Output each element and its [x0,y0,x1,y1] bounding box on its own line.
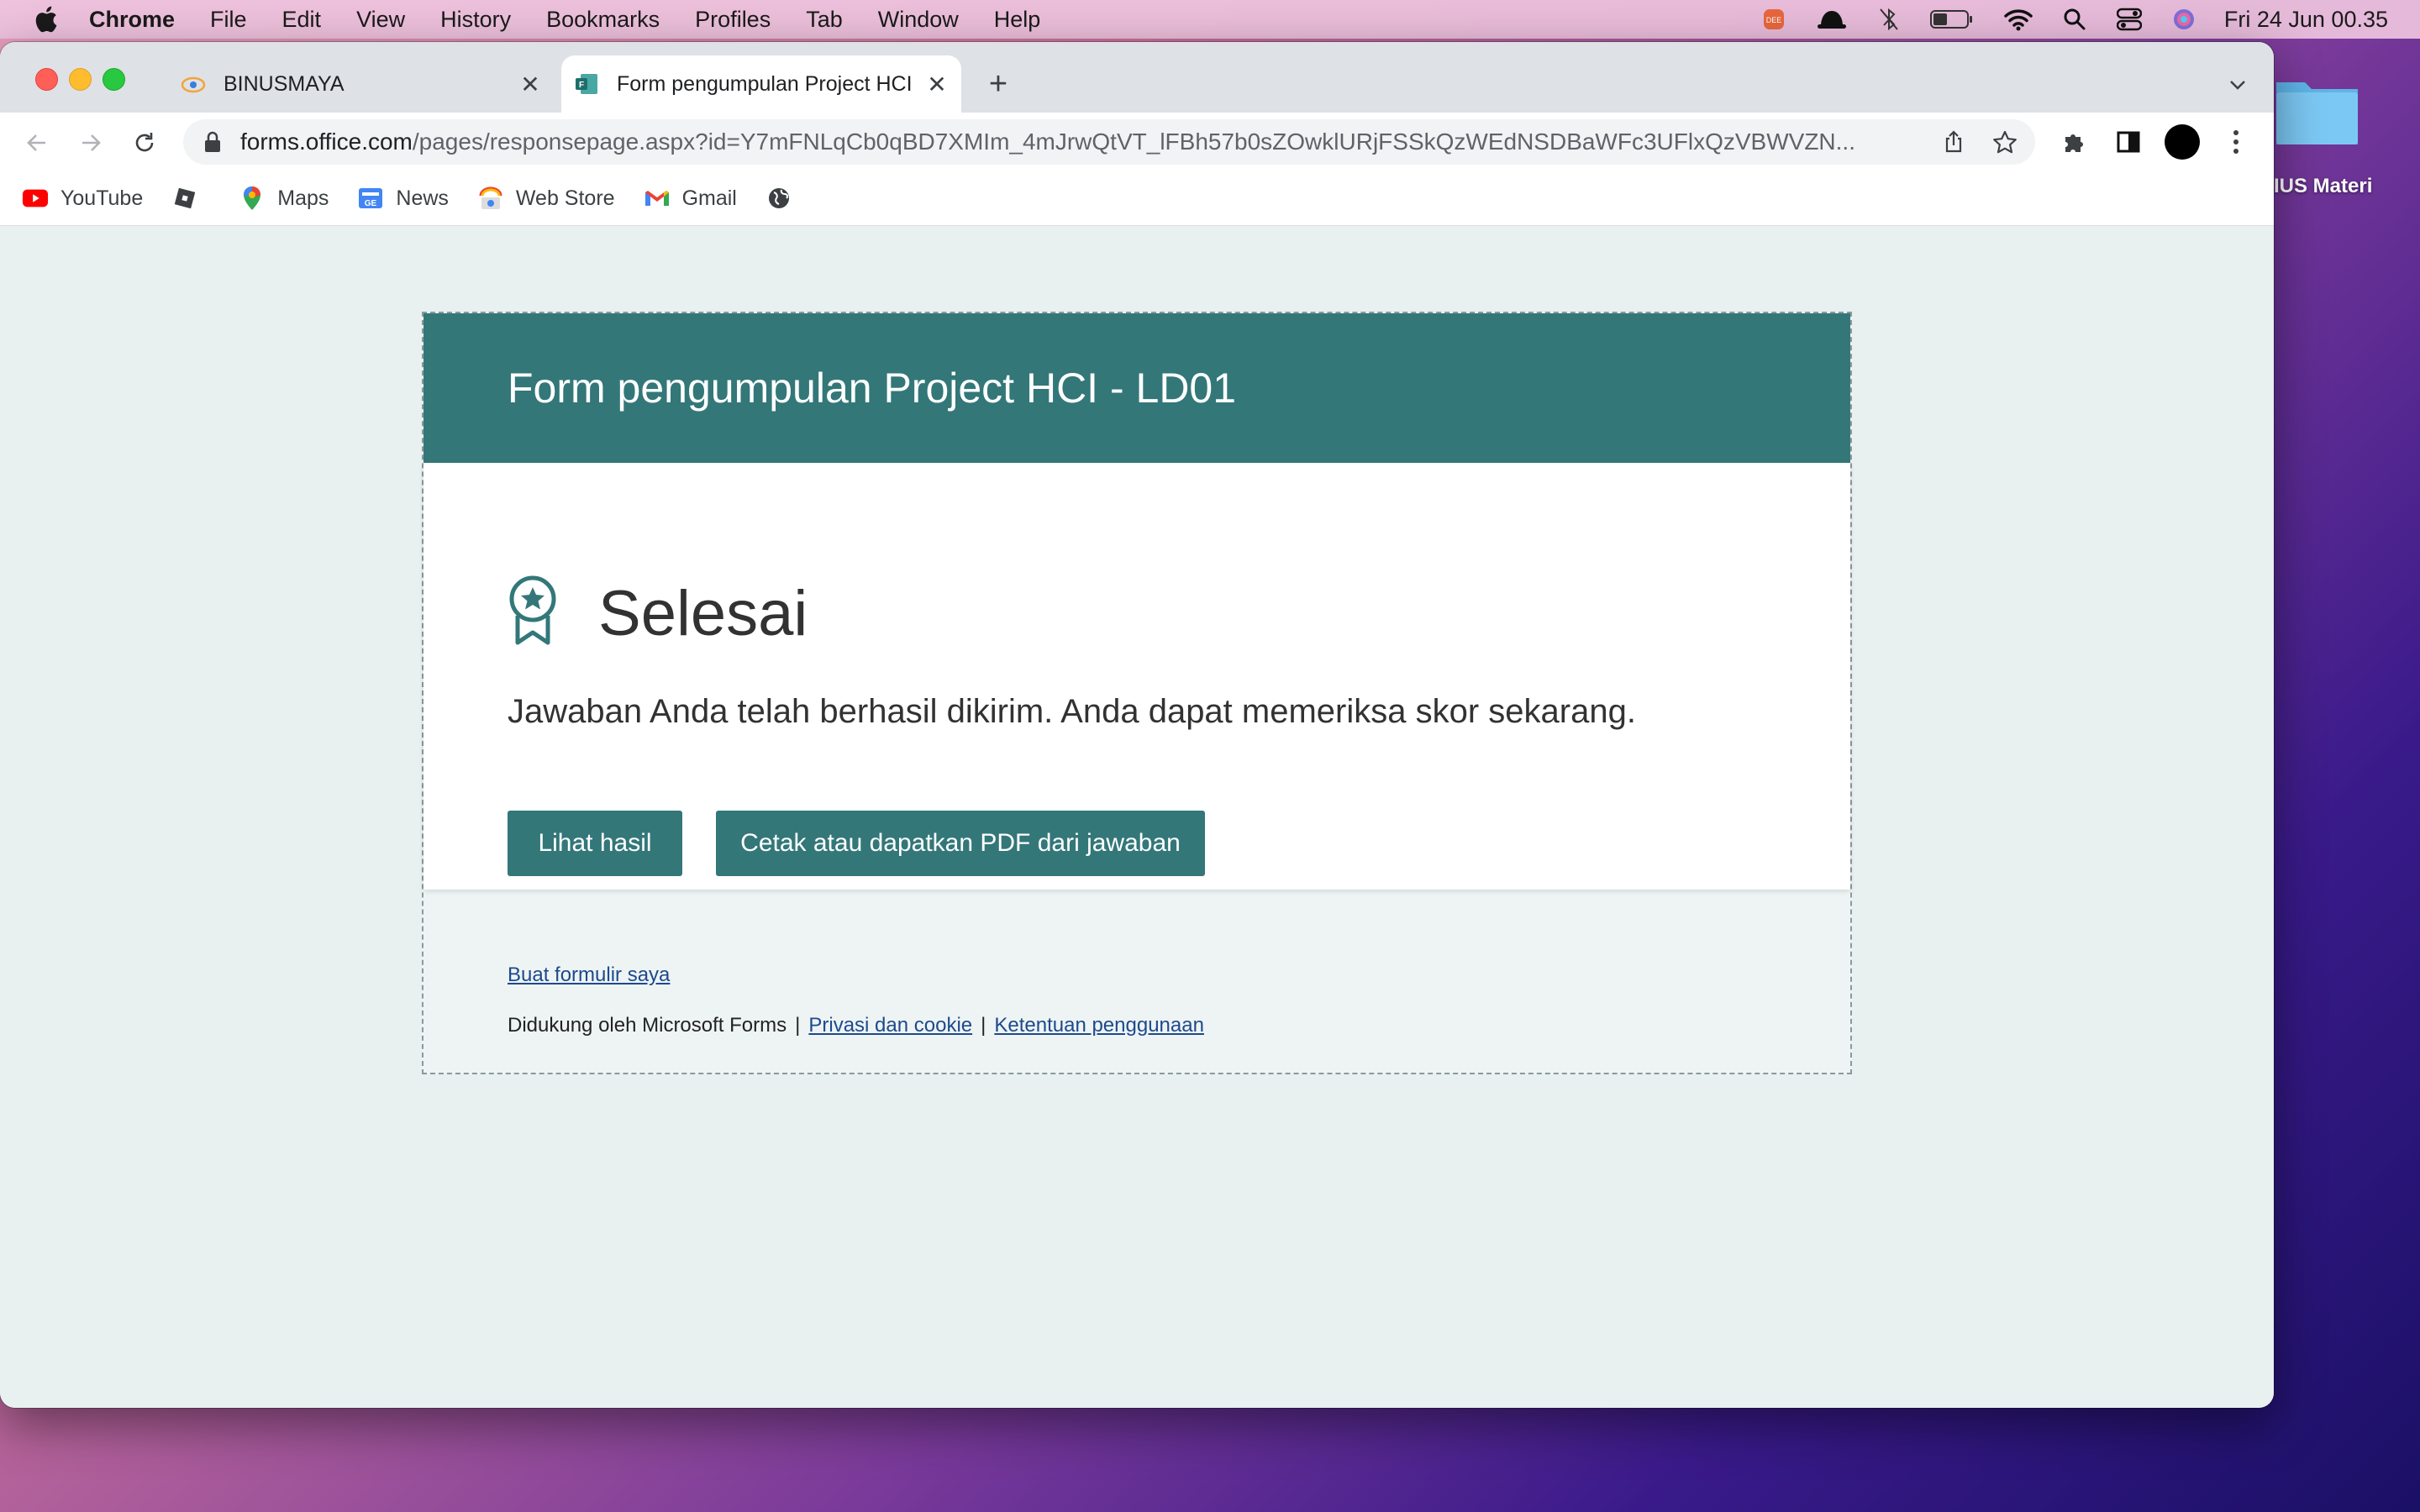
siri-icon[interactable] [2172,8,2196,31]
reload-icon[interactable] [128,126,161,160]
bookmarks-bar: YouTube Maps GE News Web Store Gmail [0,171,2274,226]
menubar-clock[interactable]: Fri 24 Jun 00.35 [2224,7,2388,33]
roblox-icon [171,185,198,212]
control-center-icon[interactable] [2116,8,2142,31]
bluetooth-off-icon[interactable] [1878,7,1900,32]
bookmark-youtube[interactable]: YouTube [22,185,143,212]
spotlight-search-icon[interactable] [2063,8,2086,31]
svg-text:F: F [579,81,584,90]
wifi-icon[interactable] [2004,8,2033,31]
microsoft-forms-favicon-icon: F [573,71,600,97]
apple-menu-icon[interactable] [30,4,60,34]
extensions-puzzle-icon[interactable] [2057,124,2092,160]
bookmark-maps[interactable]: Maps [239,185,329,212]
menu-tab[interactable]: Tab [806,7,843,33]
completion-title: Selesai [598,578,808,649]
url-text[interactable]: forms.office.com/pages/responsepage.aspx… [240,129,1921,155]
maps-icon [239,185,266,212]
terms-link[interactable]: Ketentuan penggunaan [994,1014,1204,1037]
bookmark-label: News [396,186,449,210]
privacy-link[interactable]: Privasi dan cookie [808,1014,972,1037]
form-title: Form pengumpulan Project HCI - LD01 [508,365,1237,412]
menu-app-name[interactable]: Chrome [89,7,175,33]
lock-icon[interactable] [202,131,224,153]
page-content: Form pengumpulan Project HCI - LD01 Sele… [0,226,2274,1408]
menu-bookmarks[interactable]: Bookmarks [546,7,660,33]
url-host: forms.office.com [240,129,413,155]
menu-history[interactable]: History [440,7,511,33]
menu-profiles[interactable]: Profiles [695,7,771,33]
binusmaya-favicon-icon [180,71,207,97]
menu-file[interactable]: File [210,7,247,33]
forward-arrow-icon[interactable] [74,126,108,160]
powered-by-text: Didukung oleh Microsoft Forms [508,1014,787,1037]
back-arrow-icon[interactable] [20,126,54,160]
macos-menubar: Chrome File Edit View History Bookmarks … [0,0,2420,39]
svg-text:DEE: DEE [1766,16,1782,24]
bookmark-web-store[interactable]: Web Store [477,185,615,212]
bookmark-label: Gmail [681,186,737,210]
globe-icon [765,185,792,212]
bookmark-label: Maps [277,186,329,210]
menu-view[interactable]: View [356,7,405,33]
form-card: Form pengumpulan Project HCI - LD01 Sele… [422,312,1852,1074]
webstore-icon [477,185,504,212]
status-app-icon[interactable]: DEE [1762,8,1786,31]
print-pdf-button[interactable]: Cetak atau dapatkan PDF dari jawaban [716,811,1205,876]
tab-title: BINUSMAYA [224,71,345,96]
address-bar[interactable]: forms.office.com/pages/responsepage.aspx… [183,119,2035,165]
new-tab-icon[interactable]: + [983,66,1013,102]
form-body: Selesai Jawaban Anda telah berhasil diki… [424,463,1850,890]
bookmark-label: YouTube [60,186,144,210]
bookmark-gmail[interactable]: Gmail [644,185,737,212]
gmail-icon [644,185,671,212]
tab-strip: BINUSMAYA ✕ F Form pengumpulan Project H… [0,42,2274,113]
hat-status-icon[interactable] [1816,8,1848,31]
footer-line: Didukung oleh Microsoft Forms | Privasi … [508,1014,1204,1037]
battery-icon[interactable] [1929,8,1974,30]
desktop-folder-icon[interactable] [2273,71,2361,150]
youtube-icon [22,185,49,212]
side-panel-icon[interactable] [2111,124,2146,160]
footer-separator: | [981,1014,986,1037]
profile-avatar[interactable] [2165,124,2200,160]
bookmark-news[interactable]: GE News [357,185,449,212]
bookmark-star-icon[interactable] [1991,129,2018,156]
tab-forms[interactable]: F Form pengumpulan Project HCI ✕ [561,55,961,113]
bookmark-label: Web Store [515,186,615,210]
news-icon: GE [357,185,384,212]
window-close-button[interactable] [35,68,58,91]
view-results-button[interactable]: Lihat hasil [508,811,682,876]
share-icon[interactable] [1941,129,1966,155]
chrome-window: BINUSMAYA ✕ F Form pengumpulan Project H… [0,42,2274,1408]
footer-separator: | [795,1014,801,1037]
svg-text:GE: GE [365,199,377,208]
tab-search-chevron-icon[interactable] [2225,72,2250,97]
create-form-link[interactable]: Buat formulir saya [508,963,670,987]
desktop-folder-label[interactable]: IUS Materi [2274,175,2372,198]
tab-close-icon[interactable]: ✕ [924,71,950,97]
menu-window[interactable]: Window [878,7,959,33]
bookmark-globe[interactable] [765,185,804,212]
browser-toolbar: forms.office.com/pages/responsepage.aspx… [0,113,2274,171]
award-ribbon-icon [508,574,558,646]
url-path: /pages/responsepage.aspx?id=Y7mFNLqCb0qB… [412,129,1855,155]
window-minimize-button[interactable] [69,68,92,91]
chrome-menu-kebab-icon[interactable] [2218,124,2254,160]
tab-title: Form pengumpulan Project HCI [617,71,913,96]
menu-help[interactable]: Help [994,7,1041,33]
menu-edit[interactable]: Edit [282,7,322,33]
tab-binusmaya[interactable]: BINUSMAYA ✕ [168,55,555,113]
profile-avatar-icon [2165,124,2200,160]
bookmark-roblox[interactable] [171,185,210,212]
form-header: Form pengumpulan Project HCI - LD01 [424,313,1850,463]
window-zoom-button[interactable] [103,68,125,91]
tab-close-icon[interactable]: ✕ [518,71,543,97]
completion-message: Jawaban Anda telah berhasil dikirim. And… [508,693,1636,730]
